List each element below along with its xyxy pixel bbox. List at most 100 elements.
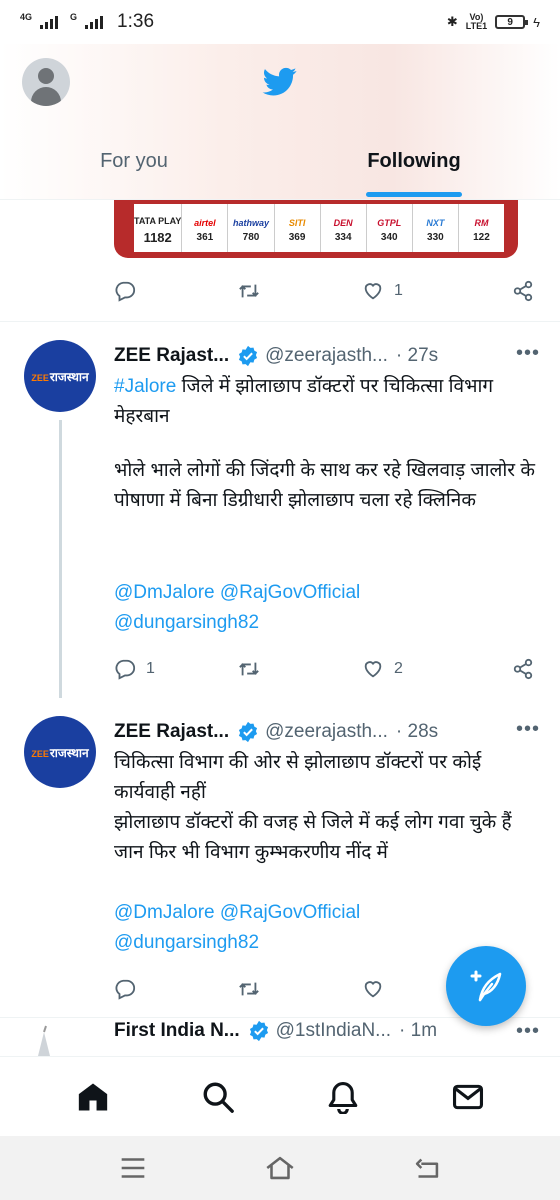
bluetooth-icon: ✱ — [446, 14, 458, 29]
share-button[interactable] — [512, 280, 534, 302]
channel-logo: hathway — [232, 217, 269, 228]
profile-avatar[interactable] — [22, 58, 70, 106]
author-name[interactable]: ZEE Rajast... — [114, 345, 229, 367]
verified-badge-icon — [239, 721, 258, 743]
network-indicators: 4G G 1:36 — [20, 11, 154, 33]
author-avatar[interactable]: ZEEराजस्थान — [24, 340, 96, 412]
like-button[interactable]: 1 — [362, 280, 498, 302]
tweet-text-line-2: झोलाछाप डॉक्टरों की वजह से जिले में कई ल… — [114, 812, 512, 863]
tab-for-you[interactable]: For you — [0, 140, 268, 200]
home-icon — [78, 1083, 107, 1110]
more-options-icon[interactable]: ••• — [516, 718, 540, 741]
author-handle: @zeerajasth... — [265, 345, 388, 366]
battery-level: 9 — [507, 16, 513, 28]
avatar-prefix: ZEE — [31, 748, 49, 759]
channel-logo: SITI — [288, 217, 306, 228]
verified-badge-icon — [249, 1020, 268, 1042]
channel-logo: RM — [474, 217, 489, 228]
more-options-icon[interactable]: ••• — [516, 342, 540, 365]
reply-button[interactable] — [114, 280, 238, 302]
bottom-navigation — [0, 1056, 560, 1136]
tweet-text-line-1: चिकित्सा विभाग की ओर से झोलाछाप डॉक्टरों… — [114, 752, 482, 803]
clock: 1:36 — [117, 11, 155, 32]
mentions-line-1[interactable]: @DmJalore @RajGovOfficial — [114, 898, 544, 928]
home-icon[interactable] — [263, 1151, 297, 1185]
timeline-header: For you Following — [0, 44, 560, 200]
share-icon — [513, 658, 533, 680]
timeline-tabs: For you Following — [0, 140, 560, 200]
tweet-text-line-2: भोले भाले लोगों की जिंदगी के साथ कर रहे … — [114, 460, 535, 511]
signal-bars-icon — [40, 15, 59, 29]
like-count: 2 — [394, 660, 403, 677]
channel-number: 369 — [288, 231, 306, 243]
retweet-button[interactable] — [238, 658, 362, 680]
menu-icon[interactable] — [116, 1151, 150, 1185]
channel-cell: hathway 780 — [228, 204, 275, 252]
tab-following[interactable]: Following — [268, 140, 560, 200]
like-button[interactable]: 2 — [362, 658, 498, 680]
channel-cell: airtel 361 — [182, 204, 229, 252]
channel-number: 780 — [242, 231, 260, 243]
reply-button[interactable]: 1 — [114, 658, 238, 680]
nav-home[interactable] — [63, 1067, 123, 1127]
author-avatar[interactable] — [24, 1022, 64, 1056]
volte-indicator: Vo) LTE1 — [465, 12, 488, 31]
like-count: 1 — [394, 282, 403, 299]
more-options-icon[interactable]: ••• — [516, 1020, 540, 1043]
nav-messages[interactable] — [438, 1067, 498, 1127]
network-type-2: G — [70, 12, 78, 22]
timeline-feed[interactable]: TATA PLAY 1182 airtel 361 hathway 780 SITI 369 D… — [0, 200, 560, 1056]
share-button[interactable] — [512, 658, 534, 680]
mentions-line-1[interactable]: @DmJalore @RajGovOfficial — [114, 578, 544, 608]
messages-icon — [452, 1084, 483, 1109]
tweet-time: · 1m — [399, 1020, 438, 1041]
nav-search[interactable] — [188, 1067, 248, 1127]
tweet-time: · 28s — [395, 721, 439, 742]
reply-button[interactable] — [114, 978, 238, 1000]
heart-icon — [364, 283, 382, 300]
channel-number-strip: TATA PLAY 1182 airtel 361 hathway 780 SITI 369 D… — [134, 204, 504, 252]
hashtag-link[interactable]: #Jalore — [114, 376, 176, 397]
retweet-button[interactable] — [238, 978, 362, 1000]
verified-badge-icon — [239, 345, 258, 367]
channel-number: 334 — [334, 231, 352, 243]
heart-icon — [364, 661, 382, 678]
channel-number: 122 — [473, 231, 490, 243]
retweet-icon — [239, 662, 259, 676]
channel-cell: SITI 369 — [275, 204, 321, 252]
share-icon — [513, 280, 533, 302]
mentions-line-2[interactable]: @dungarsingh82 — [114, 608, 544, 638]
nav-notifications[interactable] — [313, 1067, 373, 1127]
status-icons: ✱ Vo) LTE1 9 ϟ — [447, 13, 540, 31]
tweet[interactable]: ZEEराजस्थान ZEE Rajast... @zeerajasth...… — [0, 322, 560, 698]
tweet-media-image[interactable]: TATA PLAY 1182 airtel 361 hathway 780 SITI 369 D… — [114, 200, 518, 258]
channel-cell: TATA PLAY 1182 — [134, 204, 183, 252]
tweet-partial[interactable]: TATA PLAY 1182 airtel 361 hathway 780 SITI 369 D… — [0, 200, 560, 322]
channel-logo: airtel — [194, 217, 216, 228]
tweet-text: #Jalore जिले में झोलाछाप डॉक्टरों पर चिक… — [114, 372, 544, 432]
channel-logo: GTPL — [377, 217, 402, 228]
tweet-time: · 27s — [395, 345, 439, 366]
channel-cell: DEN 334 — [321, 204, 367, 252]
tweet-actions: 1 — [114, 276, 534, 306]
reply-icon — [115, 281, 136, 302]
status-bar: 4G G 1:36 ✱ Vo) LTE1 9 ϟ — [0, 0, 560, 44]
author-avatar[interactable]: ZEEराजस्थान — [24, 716, 96, 788]
tweet-header: ZEE Rajast... @zeerajasth... · 28s ••• — [114, 718, 544, 746]
heart-icon — [364, 981, 382, 998]
author-name[interactable]: First India N... — [114, 1020, 240, 1042]
author-handle: @zeerajasth... — [265, 721, 388, 742]
channel-cell: RM 122 — [459, 204, 504, 252]
compose-tweet-icon — [470, 970, 502, 1002]
retweet-icon — [239, 982, 259, 996]
notifications-icon — [328, 1081, 357, 1114]
tweet-actions: 1 2 — [114, 654, 534, 684]
back-icon[interactable] — [410, 1151, 444, 1185]
retweet-button[interactable] — [238, 280, 362, 302]
author-name[interactable]: ZEE Rajast... — [114, 721, 229, 743]
twitter-bird-icon[interactable] — [262, 64, 298, 98]
avatar-label: राजस्थान — [49, 369, 89, 384]
compose-tweet-button[interactable] — [446, 946, 526, 1026]
channel-number: 330 — [427, 231, 444, 243]
tweet-header: ZEE Rajast... @zeerajasth... · 27s ••• — [114, 342, 544, 370]
